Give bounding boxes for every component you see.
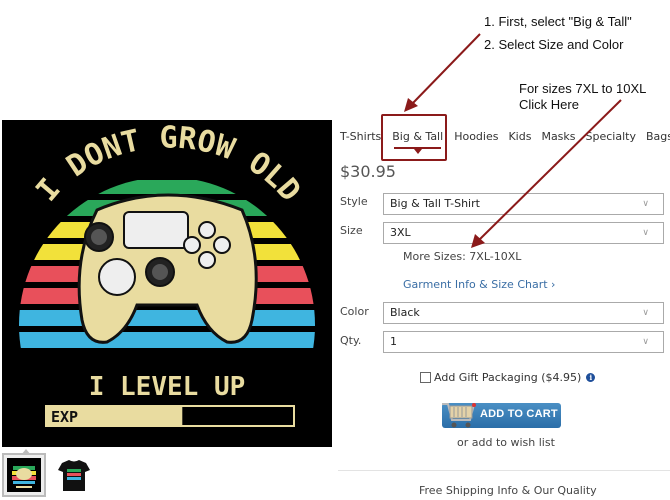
thumbnail-active-caret bbox=[21, 449, 31, 455]
tshirt-icon bbox=[58, 460, 90, 491]
shopping-cart-icon bbox=[442, 403, 476, 428]
style-label: Style bbox=[340, 195, 368, 208]
size-label: Size bbox=[340, 224, 363, 237]
arrow-line-to-big-tall bbox=[411, 33, 481, 105]
annotation-step-2: 2. Select Size and Color bbox=[484, 37, 624, 52]
garment-info-link[interactable]: Garment Info & Size Chart › bbox=[403, 278, 555, 291]
qty-select[interactable]: 1 ∨ bbox=[383, 331, 664, 353]
color-select[interactable]: Black ∨ bbox=[383, 302, 664, 324]
design-title-bottom: I LEVEL UP bbox=[89, 372, 246, 402]
chevron-down-icon: ∨ bbox=[642, 308, 649, 318]
thumbnail-design[interactable] bbox=[2, 449, 46, 497]
thumbnail-shirt[interactable] bbox=[54, 455, 94, 495]
chevron-down-icon: ∨ bbox=[642, 337, 649, 347]
thumbnail-design-image bbox=[12, 466, 36, 488]
style-select[interactable]: Big & Tall T-Shirt ∨ bbox=[383, 193, 664, 215]
add-to-wishlist-link[interactable]: or add to wish list bbox=[457, 436, 555, 449]
color-label: Color bbox=[340, 305, 369, 318]
style-select-value: Big & Tall T-Shirt bbox=[390, 197, 480, 210]
tab-kids[interactable]: Kids bbox=[508, 130, 531, 143]
more-sizes-link[interactable]: More Sizes: 7XL-10XL bbox=[403, 250, 521, 263]
chevron-down-icon: ∨ bbox=[642, 199, 649, 209]
annotation-highlight-box bbox=[381, 114, 447, 161]
chevron-down-icon: ∨ bbox=[642, 228, 649, 238]
product-image: I DONT GROW OLD I LEVEL UP EXP bbox=[2, 120, 332, 447]
section-divider bbox=[338, 470, 670, 471]
gift-packaging-label[interactable]: Add Gift Packaging ($4.95) bbox=[434, 371, 581, 384]
annotation-more-sizes-line1: For sizes 7XL to 10XL bbox=[519, 81, 647, 96]
exp-bar-label: EXP bbox=[51, 408, 78, 426]
shipping-info-link[interactable]: Free Shipping Info & Our Quality bbox=[419, 484, 597, 497]
tab-hoodies[interactable]: Hoodies bbox=[454, 130, 498, 143]
arrow-line-to-more-sizes bbox=[477, 99, 622, 242]
add-to-cart-label: ADD TO CART bbox=[480, 408, 558, 420]
tab-specialty[interactable]: Specialty bbox=[586, 130, 636, 143]
arrow-head-to-big-tall bbox=[404, 98, 418, 112]
qty-select-value: 1 bbox=[390, 335, 397, 348]
stripe-blue-1 bbox=[19, 310, 315, 326]
gift-packaging-checkbox[interactable] bbox=[420, 372, 431, 383]
design-artwork: I DONT GROW OLD I LEVEL UP EXP bbox=[19, 121, 315, 427]
gift-packaging-option: Add Gift Packaging ($4.95) i bbox=[420, 371, 596, 384]
add-to-cart-button[interactable]: ADD TO CART bbox=[442, 403, 561, 428]
annotation-more-sizes-line2: Click Here bbox=[519, 97, 579, 112]
size-select-value: 3XL bbox=[390, 226, 411, 239]
annotation-step-1: 1. First, select "Big & Tall" bbox=[484, 14, 632, 29]
size-select[interactable]: 3XL ∨ bbox=[383, 222, 664, 244]
info-icon[interactable]: i bbox=[586, 373, 596, 382]
product-price: $30.95 bbox=[340, 162, 396, 181]
stripe-blue-2 bbox=[19, 332, 315, 348]
qty-label: Qty. bbox=[340, 334, 362, 347]
color-select-value: Black bbox=[390, 306, 420, 319]
tab-bags[interactable]: Bags bbox=[646, 130, 670, 143]
tab-t-shirts[interactable]: T-Shirts bbox=[340, 130, 381, 143]
tab-masks[interactable]: Masks bbox=[541, 130, 575, 143]
thumbnail-strip bbox=[2, 449, 94, 498]
